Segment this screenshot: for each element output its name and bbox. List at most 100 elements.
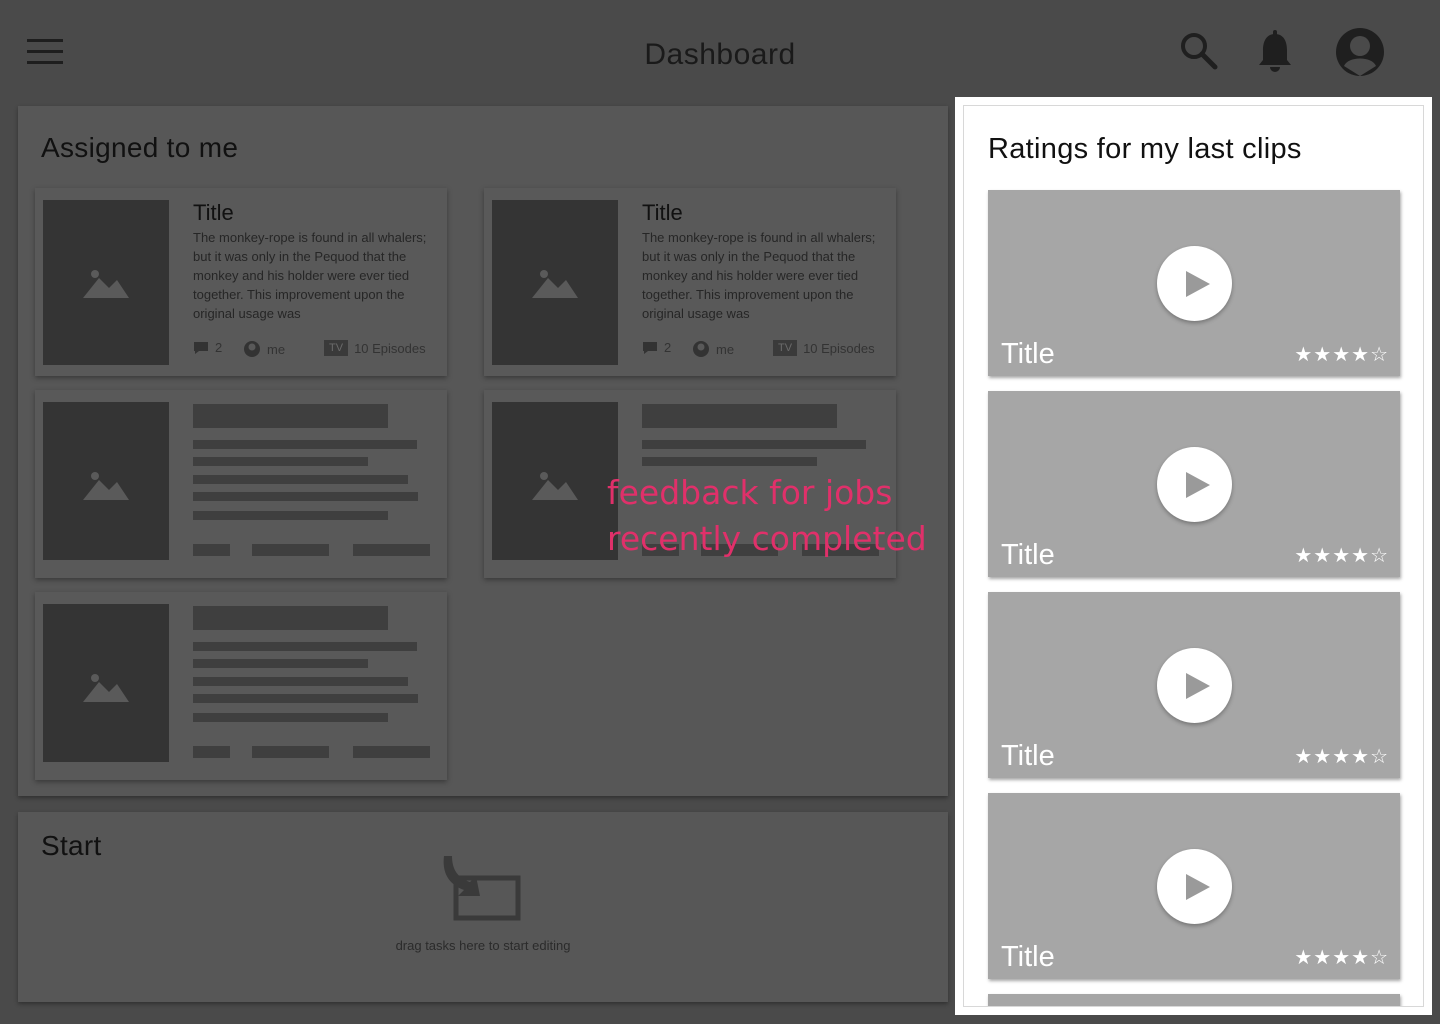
image-placeholder-icon	[43, 402, 169, 560]
image-placeholder-icon	[43, 200, 169, 365]
ratings-title: Ratings for my last clips	[988, 133, 1302, 165]
assigned-title: Assigned to me	[41, 132, 239, 163]
drop-zone[interactable]: drag tasks here to start editing	[18, 852, 948, 953]
user-icon	[693, 341, 709, 357]
skeleton-card[interactable]	[35, 592, 447, 780]
skeleton-line	[642, 457, 817, 466]
drop-zone-hint: drag tasks here to start editing	[395, 938, 571, 953]
search-icon[interactable]	[1178, 30, 1220, 77]
skeleton-line	[193, 713, 388, 722]
star-filled-icon: ★	[1332, 945, 1352, 969]
assignee-label: me	[267, 341, 286, 357]
comment-count: 2	[193, 340, 222, 355]
clip-card[interactable]: Title ★★★★☆	[988, 391, 1400, 577]
assignee-label: me	[716, 341, 735, 357]
comment-icon	[643, 341, 657, 354]
ratings-scroll-area[interactable]: Ratings for my last clips Title ★★★★☆ Ti…	[963, 105, 1424, 1007]
skeleton-title	[193, 606, 388, 630]
star-filled-icon: ★	[1294, 342, 1314, 366]
episodes-label: 10 Episodes	[354, 340, 426, 356]
star-filled-icon: ★	[1332, 342, 1352, 366]
skeleton-line	[193, 659, 368, 668]
star-rating: ★★★★☆	[1294, 342, 1389, 366]
star-empty-icon: ☆	[1370, 945, 1389, 969]
star-filled-icon: ★	[1294, 744, 1314, 768]
star-filled-icon: ★	[1294, 945, 1314, 969]
assignee: me	[692, 340, 734, 358]
episodes: TV 10 Episodes	[324, 340, 426, 356]
card-description: The monkey-rope is found in all whalers;…	[642, 230, 876, 321]
annotation-line: recently completed	[607, 519, 927, 558]
star-filled-icon: ★	[1351, 744, 1371, 768]
star-filled-icon: ★	[1313, 342, 1333, 366]
skeleton-line	[193, 475, 408, 484]
star-filled-icon: ★	[1313, 945, 1333, 969]
clip-card[interactable]: Title ★★★★☆	[988, 793, 1400, 979]
play-icon[interactable]	[1157, 849, 1232, 924]
episodes: TV 10 Episodes	[773, 340, 875, 356]
top-bar: Dashboard	[0, 0, 1440, 100]
card-title: Title	[193, 200, 234, 225]
star-empty-icon: ☆	[1370, 543, 1389, 567]
star-empty-icon: ☆	[1370, 342, 1389, 366]
skeleton-meta	[353, 544, 430, 556]
clip-title: Title	[1001, 941, 1055, 973]
comment-count-label: 2	[215, 340, 223, 355]
page-title: Dashboard	[644, 38, 796, 71]
star-empty-icon: ☆	[1370, 744, 1389, 768]
tv-badge: TV	[773, 340, 798, 356]
star-filled-icon: ★	[1351, 945, 1371, 969]
star-filled-icon: ★	[1332, 543, 1352, 567]
task-card[interactable]: Title The monkey-rope is found in all wh…	[35, 188, 447, 376]
assignee: me	[243, 340, 285, 358]
task-card[interactable]: Title The monkey-rope is found in all wh…	[484, 188, 896, 376]
skeleton-line	[193, 677, 408, 686]
skeleton-line	[193, 642, 417, 651]
play-icon[interactable]	[1157, 447, 1232, 522]
skeleton-meta	[193, 746, 230, 758]
skeleton-title	[193, 404, 388, 428]
image-placeholder-icon	[492, 402, 618, 560]
avatar-icon[interactable]	[1334, 26, 1386, 83]
skeleton-card[interactable]	[35, 390, 447, 578]
star-filled-icon: ★	[1313, 744, 1333, 768]
skeleton-line	[193, 694, 418, 703]
star-filled-icon: ★	[1351, 342, 1371, 366]
star-rating: ★★★★☆	[1294, 744, 1389, 768]
play-icon[interactable]	[1157, 246, 1232, 321]
clip-title: Title	[1001, 338, 1055, 370]
comment-count: 2	[642, 340, 671, 355]
tv-badge: TV	[324, 340, 349, 356]
star-filled-icon: ★	[1332, 744, 1352, 768]
annotation-line: feedback for jobs	[607, 473, 893, 512]
clip-card[interactable]: Title ★★★★☆	[988, 592, 1400, 778]
skeleton-meta	[353, 746, 430, 758]
star-filled-icon: ★	[1351, 543, 1371, 567]
comment-icon	[194, 341, 208, 354]
ratings-panel: Ratings for my last clips Title ★★★★☆ Ti…	[955, 97, 1432, 1015]
assigned-panel: Assigned to me Title The monkey-rope is …	[18, 106, 948, 796]
episodes-label: 10 Episodes	[803, 340, 875, 356]
skeleton-meta	[193, 544, 230, 556]
star-rating: ★★★★☆	[1294, 945, 1389, 969]
clip-title: Title	[1001, 740, 1055, 772]
feedback-annotation: feedback for jobs recently completed	[607, 470, 927, 562]
play-icon[interactable]	[1157, 648, 1232, 723]
image-placeholder-icon	[43, 604, 169, 762]
skeleton-meta	[252, 746, 329, 758]
star-filled-icon: ★	[1313, 543, 1333, 567]
clip-title: Title	[1001, 539, 1055, 571]
card-description: The monkey-rope is found in all whalers;…	[193, 230, 427, 321]
start-panel[interactable]: Start drag tasks here to start editing	[18, 812, 948, 1002]
card-title: Title	[642, 200, 683, 225]
user-icon	[244, 341, 260, 357]
skeleton-meta	[252, 544, 329, 556]
comment-count-label: 2	[664, 340, 672, 355]
bell-icon[interactable]	[1256, 30, 1294, 79]
clip-card-partial[interactable]	[988, 994, 1400, 1006]
skeleton-line	[193, 492, 418, 501]
star-rating: ★★★★☆	[1294, 543, 1389, 567]
drag-drop-icon	[443, 856, 521, 921]
skeleton-line	[193, 440, 417, 449]
clip-card[interactable]: Title ★★★★☆	[988, 190, 1400, 376]
